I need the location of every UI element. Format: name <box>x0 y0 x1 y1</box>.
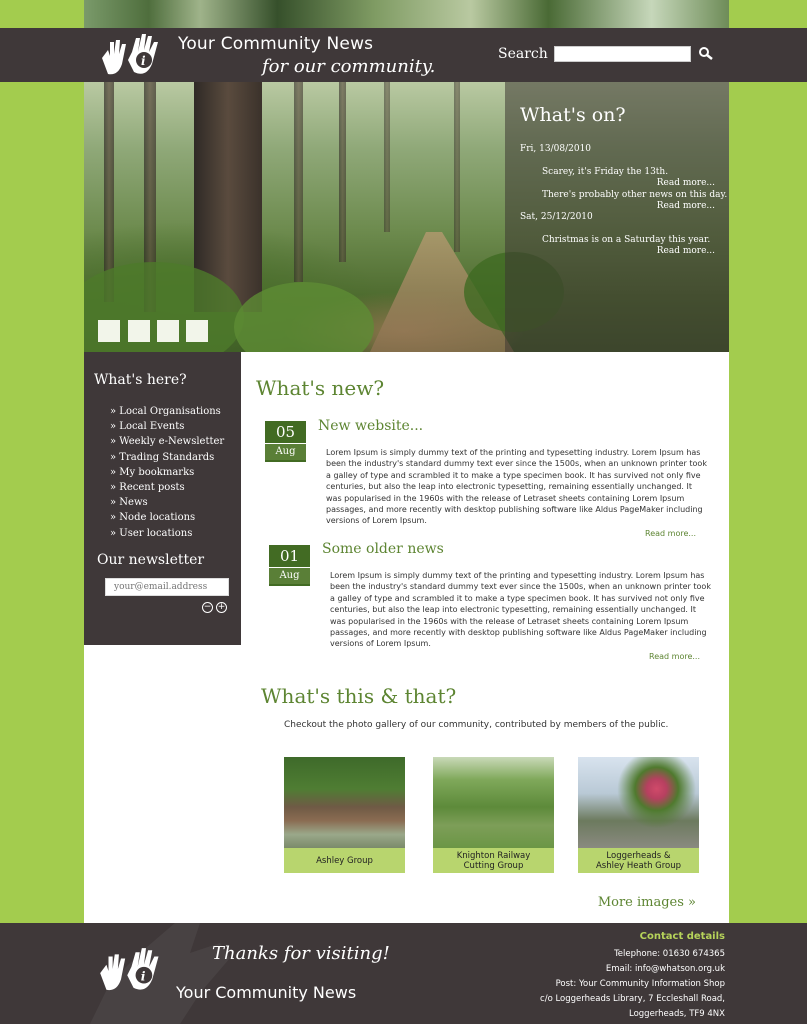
site-tagline: for our community. <box>262 56 436 77</box>
post-month: Aug <box>265 443 306 460</box>
slide-dot-2[interactable] <box>128 320 150 342</box>
site-footer: i Thanks for visiting! Your Community Ne… <box>0 923 807 1024</box>
post-title[interactable]: Some older news <box>322 541 444 557</box>
event-read-more[interactable]: Read more... <box>657 201 715 211</box>
post-read-more[interactable]: Read more... <box>649 652 700 661</box>
slide-dot-1[interactable] <box>98 320 120 342</box>
event-date: Sat, 25/12/2010 <box>520 212 593 222</box>
post-day: 01 <box>279 547 300 565</box>
gallery-intro: Checkout the photo gallery of our commun… <box>284 720 669 730</box>
sidebar-item-news[interactable]: » News <box>110 495 224 510</box>
sidebar-item-trading-standards[interactable]: » Trading Standards <box>110 450 224 465</box>
sidebar-nav: » Local Organisations » Local Events » W… <box>110 404 224 541</box>
gallery-photo <box>578 757 699 848</box>
post-body: Lorem Ipsum is simply dummy text of the … <box>330 571 711 649</box>
gallery-title: What's this & that? <box>261 684 457 708</box>
event-text: There's probably other news on this day. <box>542 190 728 200</box>
event-read-more[interactable]: Read more... <box>657 246 715 256</box>
post-body: Lorem Ipsum is simply dummy text of the … <box>326 448 707 526</box>
tree-trunk <box>339 82 346 262</box>
whats-new-title: What's new? <box>256 376 385 400</box>
gallery-caption: Knighton Railway Cutting Group <box>433 848 554 873</box>
post-date-badge: 05 Aug <box>265 421 306 462</box>
event-text: Christmas is on a Saturday this year. <box>542 235 711 245</box>
post-month: Aug <box>269 567 310 584</box>
post-day: 05 <box>275 423 296 441</box>
search-icon[interactable] <box>697 46 715 62</box>
hero-banner: What's on? Fri, 13/08/2010 Scarey, it's … <box>84 82 729 352</box>
sidebar-item-node-locations[interactable]: » Node locations <box>110 510 224 525</box>
event-read-more[interactable]: Read more... <box>657 178 715 188</box>
footer-thanks: Thanks for visiting! <box>212 943 390 964</box>
gallery-item-ashley[interactable]: Ashley Group <box>284 757 405 873</box>
contact-post: Post: Your Community Information Shop <box>555 979 725 989</box>
tree-trunk <box>384 82 390 232</box>
event-date: Fri, 13/08/2010 <box>520 144 592 154</box>
sidebar: What's here? » Local Organisations » Loc… <box>84 352 241 645</box>
svg-text:i: i <box>141 54 146 68</box>
search-input[interactable] <box>554 46 691 62</box>
unsubscribe-minus-icon[interactable]: − <box>202 602 213 613</box>
gallery-caption: Ashley Group <box>284 848 405 873</box>
contact-heading: Contact details <box>639 931 725 942</box>
sidebar-item-user-locations[interactable]: » User locations <box>110 526 224 541</box>
gallery-item-knighton[interactable]: Knighton Railway Cutting Group <box>433 757 554 873</box>
slide-dot-4[interactable] <box>186 320 208 342</box>
gallery-photo <box>433 757 554 848</box>
tree-trunk <box>294 82 303 282</box>
search-label: Search <box>498 46 548 62</box>
whats-on-panel: What's on? Fri, 13/08/2010 Scarey, it's … <box>505 82 729 352</box>
hands-logo-icon[interactable]: i <box>98 32 170 78</box>
post-date-badge: 01 Aug <box>269 545 310 586</box>
header-forest-strip <box>84 0 729 28</box>
sidebar-item-my-bookmarks[interactable]: » My bookmarks <box>110 465 224 480</box>
subscribe-plus-icon[interactable]: + <box>216 602 227 613</box>
gallery-caption: Loggerheads & Ashley Heath Group <box>578 848 699 873</box>
post-read-more[interactable]: Read more... <box>645 529 696 538</box>
contact-postcode: Loggerheads, TF9 4NX <box>629 1009 725 1019</box>
gallery-item-loggerheads[interactable]: Loggerheads & Ashley Heath Group <box>578 757 699 873</box>
tree-trunk <box>454 82 460 252</box>
sidebar-item-weekly-newsletter[interactable]: » Weekly e-Newsletter <box>110 434 224 449</box>
contact-address: c/o Loggerheads Library, 7 Eccleshall Ro… <box>540 994 725 1004</box>
more-images-link[interactable]: More images » <box>598 895 696 910</box>
sidebar-heading: What's here? <box>94 372 187 388</box>
sidebar-item-local-events[interactable]: » Local Events <box>110 419 224 434</box>
svg-text:i: i <box>141 968 146 983</box>
hands-logo-icon: i <box>100 948 159 991</box>
gallery-photo <box>284 757 405 848</box>
post-title[interactable]: New website... <box>318 418 423 434</box>
sidebar-item-local-organisations[interactable]: » Local Organisations <box>110 404 224 419</box>
event-text: Scarey, it's Friday the 13th. <box>542 167 669 177</box>
whats-on-title: What's on? <box>520 104 626 126</box>
footer-site-name: Your Community News <box>176 983 357 1002</box>
contact-email[interactable]: Email: info@whatson.org.uk <box>606 964 725 974</box>
main-content: What's here? » Local Organisations » Loc… <box>84 352 729 923</box>
newsletter-heading: Our newsletter <box>97 552 205 568</box>
contact-telephone: Telephone: 01630 674365 <box>614 949 725 959</box>
site-title[interactable]: Your Community News <box>178 34 373 54</box>
newsletter-email-input[interactable] <box>105 578 229 596</box>
slide-dot-3[interactable] <box>157 320 179 342</box>
sidebar-item-recent-posts[interactable]: » Recent posts <box>110 480 224 495</box>
